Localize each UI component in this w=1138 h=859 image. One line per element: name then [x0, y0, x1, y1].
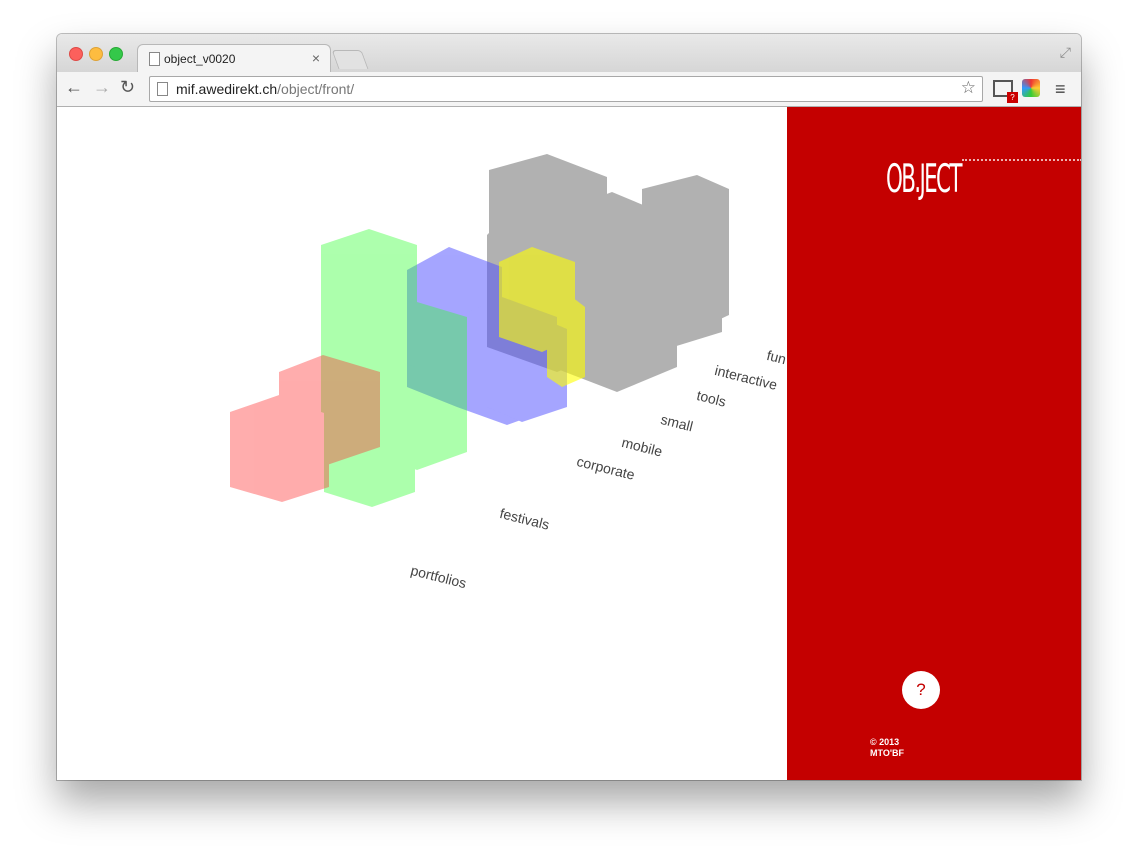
back-arrow-icon[interactable]: ← — [65, 77, 83, 98]
copyright-text: © 2013 MTO'BF — [870, 737, 904, 758]
page-content: fun interactive tools small mobile corpo… — [57, 107, 1081, 780]
page-icon — [157, 82, 168, 96]
address-bar[interactable]: mif.awedirekt.ch/object/front/ ☆ — [149, 76, 983, 102]
fullscreen-icon[interactable]: ⤢ — [1060, 44, 1071, 61]
browser-tab[interactable]: object_v0020 × — [137, 44, 331, 73]
side-panel: OB.JECT ? © 2013 MTO'BF — [787, 107, 1081, 780]
extension-badge: ? — [1007, 92, 1018, 103]
help-button[interactable]: ? — [902, 671, 940, 709]
bookmark-star-icon[interactable]: ☆ — [961, 78, 976, 98]
minimize-window-button[interactable] — [89, 47, 103, 61]
browser-toolbar: ← → ↻ mif.awedirekt.ch/object/front/ ☆ ?… — [57, 72, 1081, 107]
page-icon — [149, 52, 160, 66]
browser-window: object_v0020 × ⤢ ← → ↻ mif.awedirekt.ch/… — [57, 34, 1081, 780]
red-cube — [230, 394, 329, 502]
zoom-window-button[interactable] — [109, 47, 123, 61]
title-bar: object_v0020 × ⤢ — [57, 34, 1081, 73]
forward-arrow-icon[interactable]: → — [93, 77, 111, 98]
color-extension-icon[interactable] — [1022, 79, 1040, 97]
reload-icon[interactable]: ↻ — [120, 77, 135, 98]
extension-icon[interactable]: ? — [993, 80, 1018, 103]
yellow-cube — [547, 297, 585, 387]
site-logo[interactable]: OB.JECT — [886, 157, 962, 202]
tab-title: object_v0020 — [164, 52, 236, 66]
cube-stage[interactable]: fun interactive tools small mobile corpo… — [57, 107, 788, 780]
close-window-button[interactable] — [69, 47, 83, 61]
tab-close-icon[interactable]: × — [312, 50, 320, 66]
dotted-divider — [962, 159, 1081, 161]
new-tab-button[interactable] — [331, 50, 369, 69]
url-text[interactable]: mif.awedirekt.ch/object/front/ — [176, 81, 354, 97]
cube-visualization[interactable] — [57, 107, 787, 780]
menu-icon[interactable]: ≡ — [1055, 79, 1066, 100]
